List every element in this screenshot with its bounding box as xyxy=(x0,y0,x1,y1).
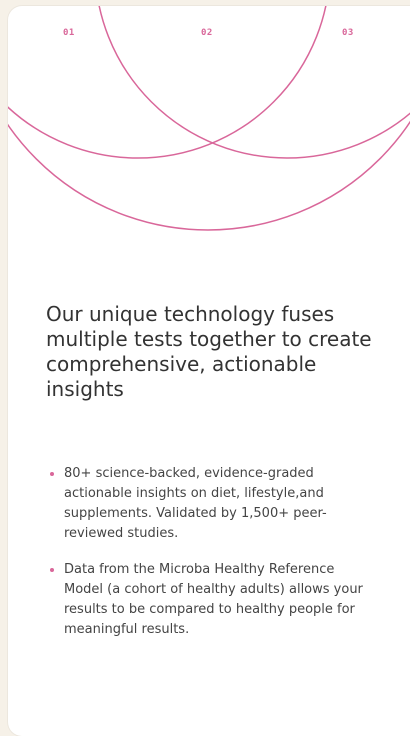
circle-3 xyxy=(98,6,410,159)
content-card: 01 02 03 Our unique technology fuses mul… xyxy=(8,6,410,736)
insights-list: 80+ science-backed, evidence-graded acti… xyxy=(46,464,376,656)
list-item-text: Data from the Microba Healthy Reference … xyxy=(64,562,363,637)
circle-2 xyxy=(8,120,410,231)
list-item-text: 80+ science-backed, evidence-graded acti… xyxy=(64,466,327,541)
label-02: 02 xyxy=(201,28,213,38)
bullet-icon xyxy=(50,472,54,476)
label-01: 01 xyxy=(63,28,75,38)
bullet-icon xyxy=(50,568,54,572)
list-item: Data from the Microba Healthy Reference … xyxy=(46,560,376,640)
venn-circles-graphic xyxy=(8,6,410,231)
list-item: 80+ science-backed, evidence-graded acti… xyxy=(46,464,376,544)
label-03: 03 xyxy=(342,28,354,38)
headline: Our unique technology fuses multiple tes… xyxy=(46,302,372,401)
circle-1 xyxy=(8,6,327,159)
